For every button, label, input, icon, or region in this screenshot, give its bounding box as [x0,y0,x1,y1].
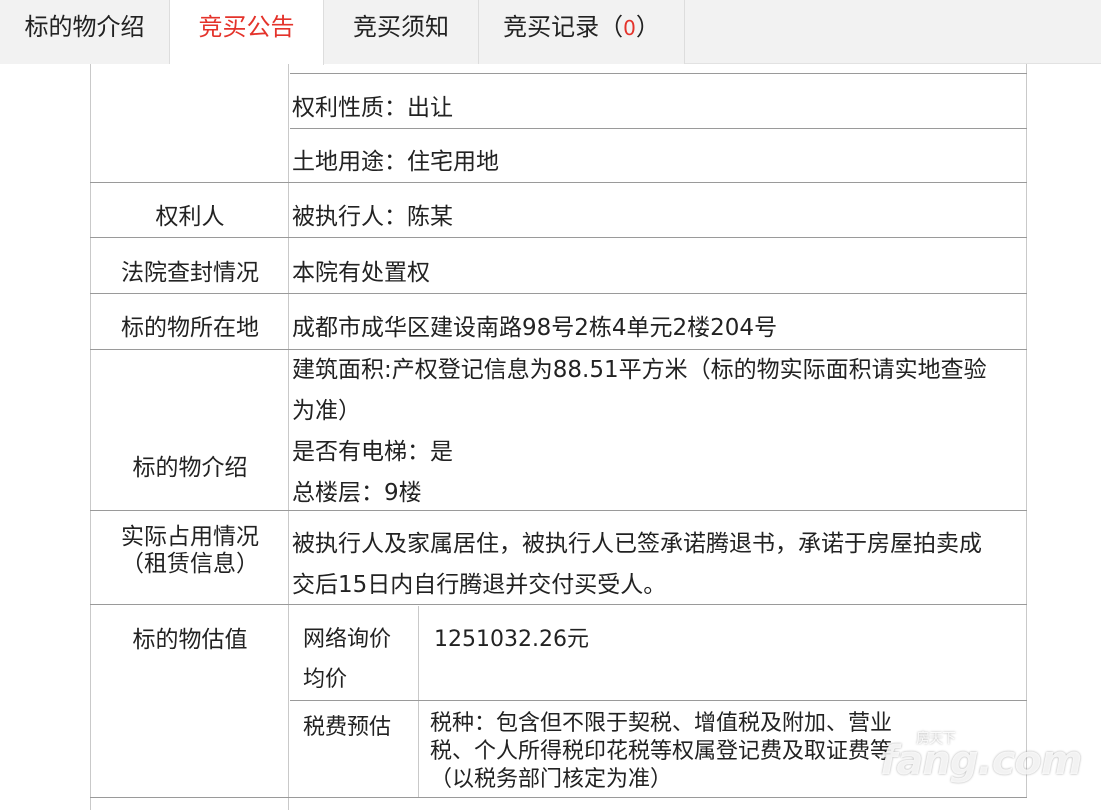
tab-label: 竞买须知 [353,13,449,41]
tab-label: 竞买公告 [198,13,295,41]
intro-line: 总楼层：9楼 [292,480,422,506]
occupancy-line: 交后15日内自行腾退并交付买受人。 [292,572,667,598]
fang-watermark-logo: 房天下 fang.com [880,731,1083,784]
tax-text: 税种：包含但不限于契税、增值税及附加、营业 税、个人所得税印花税等权属登记费及取… [430,710,892,794]
tab-label-suffix: ） [635,13,660,41]
occupancy-text: 被执行人及家属居住，被执行人已签承诺腾退书，承诺于房屋拍卖成 交后15日内自行腾… [292,524,982,606]
row-divider [90,182,1027,183]
avg-price-label-line: 网络询价 [303,627,392,652]
watermark-text: fang.com [880,738,1083,784]
location-value: 成都市成华区建设南路98号2栋4单元2楼204号 [292,315,778,341]
intro-label: 标的物介绍 [132,455,248,481]
tab-announcement[interactable]: 竞买公告 [170,0,324,65]
tab-label: 竞买记录（ [503,13,624,41]
table-divider [288,64,289,810]
watermark-small-text: 房天下 [916,731,956,747]
court-seal-label: 法院查封情况 [121,260,259,286]
tax-line: 税种：包含但不限于契税、增值税及附加、营业 [430,711,893,736]
row-divider [290,128,1027,129]
tab-label: 标的物介绍 [24,13,145,41]
tab-notice[interactable]: 竞买须知 [324,0,479,64]
tax-label: 税费预估 [303,715,392,740]
intro-line: 为准） [292,398,361,424]
right-holder-label: 权利人 [155,204,225,230]
land-use-value: 土地用途：住宅用地 [292,149,499,175]
tab-bid-records[interactable]: 竞买记录（0） [479,0,685,64]
valuation-label: 标的物估值 [132,627,248,653]
table-border-right [1026,64,1027,798]
avg-price-value: 1251032.26元 [434,627,589,652]
row-divider [290,73,1027,74]
row-divider [290,700,1027,701]
tax-line: （以税务部门核定为准） [430,767,673,792]
row-divider [90,237,1027,238]
avg-price-label: 网络询价 均价 [303,620,391,700]
right-nature-value: 权利性质：出让 [292,95,453,121]
row-divider [90,797,1027,798]
court-seal-value: 本院有处置权 [292,260,430,286]
intro-line: 建筑面积:产权登记信息为88.51平方米（标的物实际面积请实地查验 [292,357,987,383]
table-border-left [90,64,91,810]
avg-price-label-line: 均价 [303,667,348,692]
intro-line: 是否有电梯：是 [292,439,453,465]
valuation-divider [418,606,419,798]
location-label: 标的物所在地 [121,315,259,341]
occupancy-line: 被执行人及家属居住，被执行人已签承诺腾退书，承诺于房屋拍卖成 [292,531,982,557]
bid-count: 0 [623,16,636,40]
intro-text: 建筑面积:产权登记信息为88.51平方米（标的物实际面积请实地查验 为准） 是否… [292,350,987,514]
occupancy-label: 实际占用情况 [121,524,259,550]
right-holder-value: 被执行人：陈某 [292,204,453,230]
tax-line: 税、个人所得税印花税等权属登记费及取证费等 [430,739,893,764]
occupancy-sublabel: （租赁信息） [121,551,259,577]
row-divider [90,293,1027,294]
tab-item-intro[interactable]: 标的物介绍 [0,0,170,64]
tab-bar: 标的物介绍 竞买公告 竞买须知 竞买记录（0） [0,0,1101,65]
